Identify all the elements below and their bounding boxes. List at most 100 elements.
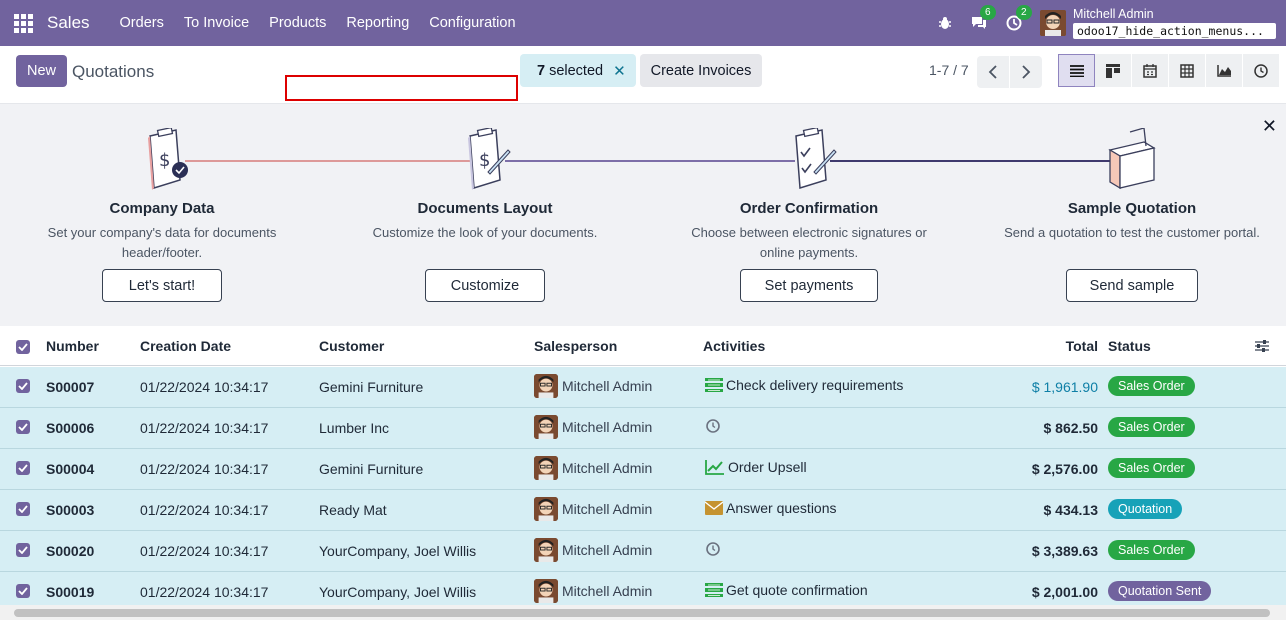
activity-cell[interactable]	[705, 541, 724, 557]
step-title: Order Confirmation	[739, 200, 879, 217]
graph-view-button[interactable]	[1206, 54, 1243, 87]
customer-name: Lumber Inc	[319, 420, 390, 436]
column-total[interactable]: Total	[1066, 338, 1098, 354]
order-total: $ 434.13	[1043, 502, 1099, 518]
creation-date: 01/22/2024 10:34:17	[140, 379, 269, 395]
apps-menu-icon[interactable]	[0, 0, 46, 46]
order-confirmation-illustration	[795, 128, 837, 189]
status-badge: Sales Order	[1108, 376, 1195, 396]
list-view-button[interactable]	[1058, 54, 1095, 87]
app-brand[interactable]: Sales	[47, 13, 90, 33]
table-row[interactable]: S00007 01/22/2024 10:34:17 Gemini Furnit…	[0, 367, 1286, 408]
customer-name: YourCompany, Joel Willis	[319, 543, 477, 559]
salesperson-avatar	[534, 538, 558, 562]
selection-indicator: 7 selected ✕	[520, 54, 636, 87]
row-checkbox[interactable]	[16, 379, 30, 393]
menu-products[interactable]: Products	[269, 15, 326, 31]
customize-button[interactable]: Customize	[425, 269, 545, 302]
highlight-box	[285, 75, 518, 101]
table-row[interactable]: S00004 01/22/2024 10:34:17 Gemini Furnit…	[0, 449, 1286, 490]
set-payments-button[interactable]: Set payments	[740, 269, 878, 302]
activity-cell[interactable]: Get quote confirmation	[705, 582, 868, 598]
lets-start-button[interactable]: Let's start!	[102, 269, 222, 302]
create-invoices-button[interactable]: Create Invoices	[640, 54, 762, 87]
control-panel: New Quotations 7 selected ✕ Create Invoi…	[0, 46, 1286, 104]
horizontal-scrollbar[interactable]	[0, 605, 1286, 620]
activity-summary: Check delivery requirements	[726, 377, 904, 393]
pager-value[interactable]: 1-7 / 7	[929, 62, 969, 78]
step-title: Documents Layout	[417, 200, 553, 217]
activity-view-button[interactable]	[1243, 54, 1280, 87]
activity-cell[interactable]: Answer questions	[705, 500, 837, 516]
onboarding-close-icon[interactable]: ✕	[1262, 116, 1277, 137]
column-customer[interactable]: Customer	[319, 338, 384, 354]
menu-configuration[interactable]: Configuration	[429, 15, 515, 31]
column-number[interactable]: Number	[46, 338, 99, 354]
salesperson-avatar	[534, 415, 558, 439]
row-checkbox[interactable]	[16, 420, 30, 434]
top-navbar: Sales Orders To Invoice Products Reporti…	[0, 0, 1286, 46]
activity-cell[interactable]: Order Upsell	[705, 459, 807, 475]
pager-next-button[interactable]	[1010, 56, 1042, 88]
row-checkbox[interactable]	[16, 502, 30, 516]
step-title: Sample Quotation	[1067, 200, 1197, 217]
clear-selection-icon[interactable]: ✕	[613, 62, 626, 80]
menu-to-invoice[interactable]: To Invoice	[184, 15, 249, 31]
table-row[interactable]: S00003 01/22/2024 10:34:17 Ready Mat Mit…	[0, 490, 1286, 531]
step-description: Choose between electronic signatures or …	[691, 225, 927, 260]
kanban-view-button[interactable]	[1095, 54, 1132, 87]
order-number: S00019	[46, 584, 95, 600]
creation-date: 01/22/2024 10:34:17	[140, 584, 269, 600]
user-menu[interactable]: Mitchell Admin odoo17_hide_action_menus.…	[1073, 7, 1276, 39]
scrollbar-thumb[interactable]	[14, 609, 1270, 617]
svg-text:$: $	[479, 150, 490, 171]
chevron-left-icon	[988, 65, 997, 79]
salesperson-cell[interactable]: Mitchell Admin	[534, 497, 652, 521]
select-all-checkbox[interactable]	[16, 340, 30, 354]
salesperson-cell[interactable]: Mitchell Admin	[534, 538, 652, 562]
column-settings-icon[interactable]	[1255, 339, 1269, 353]
new-button[interactable]: New	[16, 55, 67, 87]
salesperson-cell[interactable]: Mitchell Admin	[534, 456, 652, 480]
activity-summary: Order Upsell	[728, 459, 807, 475]
table-row[interactable]: S00020 01/22/2024 10:34:17 YourCompany, …	[0, 531, 1286, 572]
column-activities[interactable]: Activities	[703, 338, 765, 354]
salesperson-name: Mitchell Admin	[562, 378, 653, 394]
column-status[interactable]: Status	[1108, 338, 1151, 354]
menu-orders[interactable]: Orders	[120, 15, 164, 31]
salesperson-cell[interactable]: Mitchell Admin	[534, 579, 652, 603]
salesperson-cell[interactable]: Mitchell Admin	[534, 415, 652, 439]
row-checkbox[interactable]	[16, 543, 30, 557]
menu-reporting[interactable]: Reporting	[346, 15, 409, 31]
clock-icon	[705, 418, 721, 434]
column-creation-date[interactable]: Creation Date	[140, 338, 231, 354]
kanban-view-icon	[1106, 63, 1120, 78]
list-view-icon	[1069, 64, 1084, 77]
activity-cell[interactable]	[705, 418, 724, 434]
column-salesperson[interactable]: Salesperson	[534, 338, 617, 354]
messages-icon[interactable]: 6	[970, 5, 996, 31]
send-sample-button[interactable]: Send sample	[1066, 269, 1198, 302]
salesperson-name: Mitchell Admin	[562, 542, 653, 558]
calendar-view-icon	[1143, 63, 1157, 78]
salesperson-cell[interactable]: Mitchell Admin	[534, 374, 652, 398]
table-row[interactable]: S00006 01/22/2024 10:34:17 Lumber Inc Mi…	[0, 408, 1286, 449]
pivot-view-button[interactable]	[1169, 54, 1206, 87]
activity-cell[interactable]: Check delivery requirements	[705, 377, 903, 393]
list-icon	[705, 583, 723, 597]
activities-clock-icon[interactable]: 2	[1006, 5, 1032, 31]
row-checkbox[interactable]	[16, 461, 30, 475]
status-badge: Sales Order	[1108, 417, 1195, 437]
order-number: S00003	[46, 502, 95, 518]
activity-summary: Get quote confirmation	[726, 582, 868, 598]
row-checkbox[interactable]	[16, 584, 30, 598]
salesperson-avatar	[534, 374, 558, 398]
user-avatar[interactable]	[1040, 10, 1066, 36]
clock-icon	[705, 541, 721, 557]
debug-bug-icon[interactable]	[938, 16, 952, 30]
pager-previous-button[interactable]	[977, 56, 1009, 88]
calendar-view-button[interactable]	[1132, 54, 1169, 87]
status-badge: Sales Order	[1108, 540, 1195, 560]
salesperson-avatar	[534, 497, 558, 521]
progress-line	[185, 160, 475, 162]
